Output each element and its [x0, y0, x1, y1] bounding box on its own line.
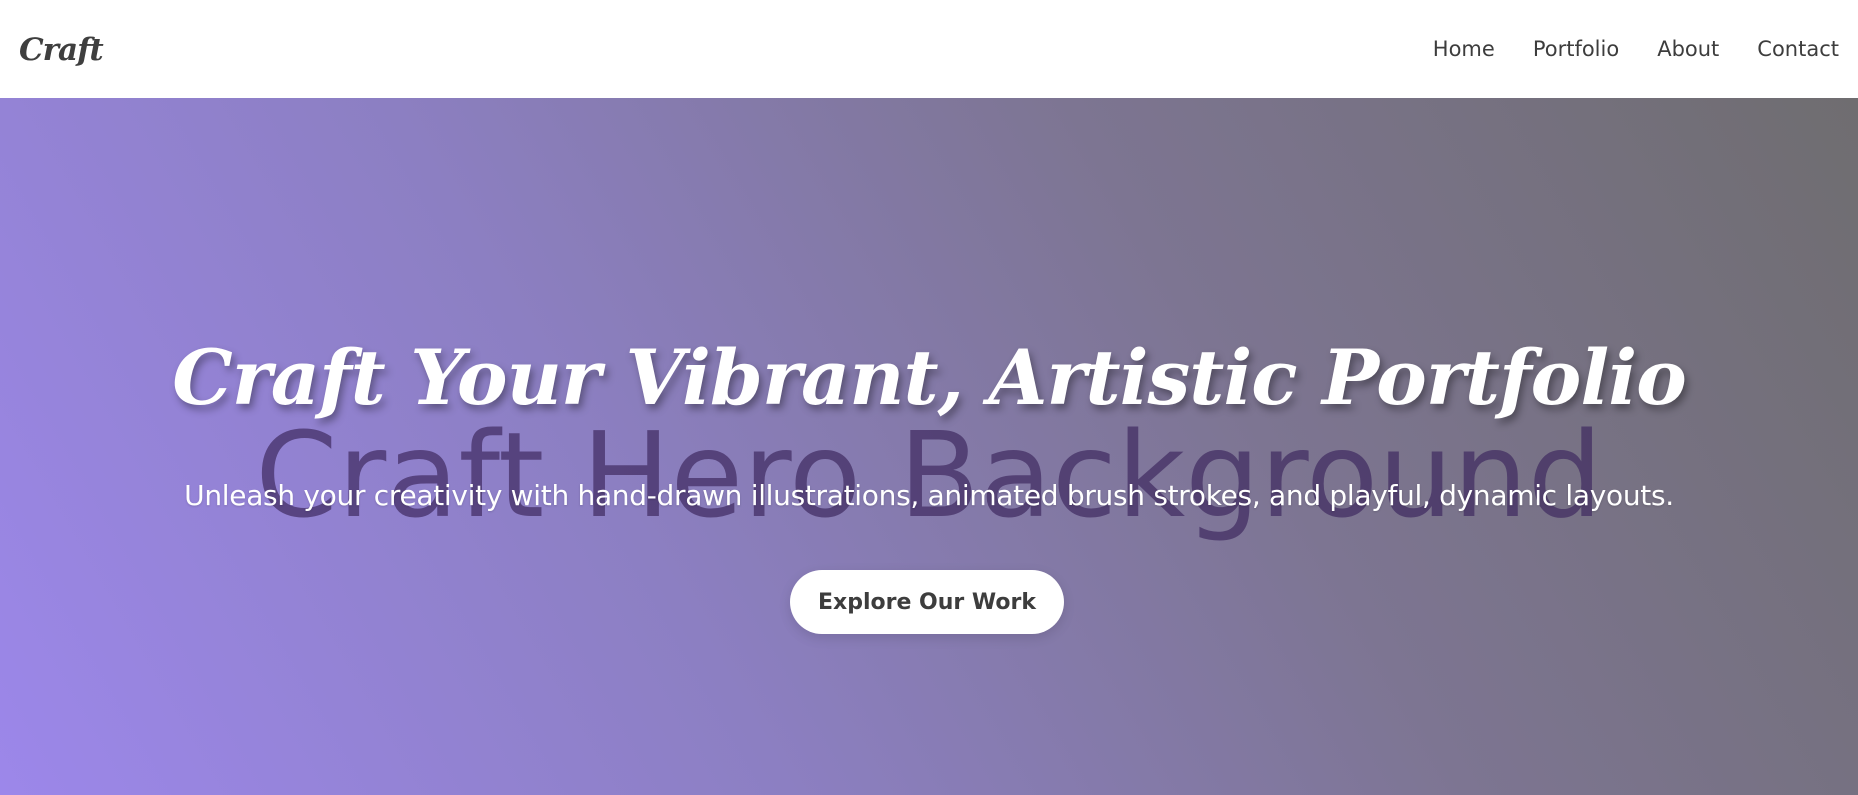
main-nav: Home Portfolio About Contact [1433, 37, 1839, 61]
hero-title: Craft Your Vibrant, Artistic Portfolio [172, 333, 1687, 422]
hero-content: Craft Your Vibrant, Artistic Portfolio U… [0, 98, 1858, 795]
site-header: Craft Home Portfolio About Contact [0, 0, 1858, 98]
nav-link-home[interactable]: Home [1433, 37, 1495, 61]
nav-link-contact[interactable]: Contact [1757, 37, 1839, 61]
logo[interactable]: Craft [19, 32, 104, 68]
explore-work-button[interactable]: Explore Our Work [790, 570, 1064, 634]
hero-subtitle: Unleash your creativity with hand-drawn … [184, 479, 1674, 512]
nav-link-portfolio[interactable]: Portfolio [1533, 37, 1619, 61]
nav-link-about[interactable]: About [1657, 37, 1719, 61]
hero-section: Craft Hero Background Craft Your Vibrant… [0, 98, 1858, 795]
